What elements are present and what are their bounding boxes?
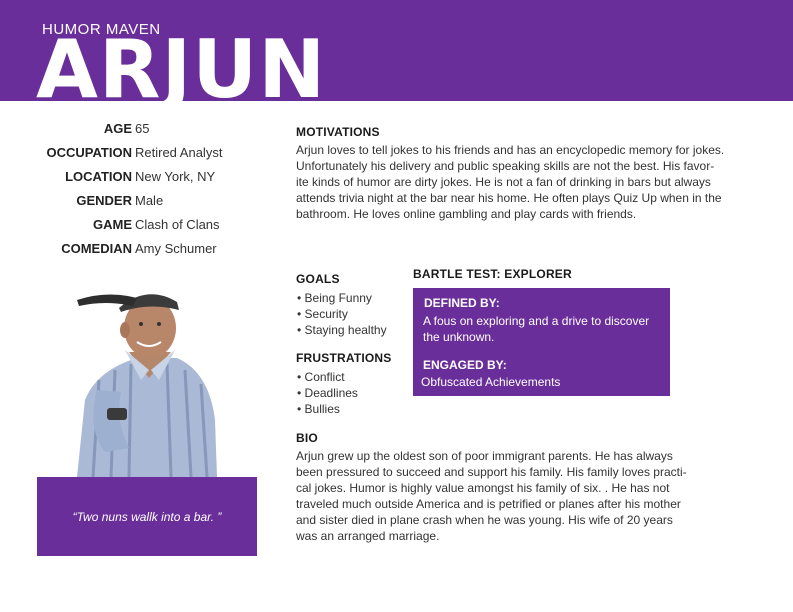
defined-by-line: A fous on exploring and a drive to disco…: [423, 314, 650, 328]
list-item: Conflict: [297, 369, 358, 385]
list-item: Security: [297, 306, 387, 322]
bio-line: traveled much outside America and is pet…: [296, 497, 681, 511]
defined-by-label: DEFINED BY:: [424, 296, 500, 310]
bio-line: been pressured to succeed and support hi…: [296, 465, 687, 479]
fact-label: LOCATION: [65, 169, 132, 184]
list-item: Bullies: [297, 401, 358, 417]
fact-label: GENDER: [76, 193, 132, 208]
fact-label: AGE: [103, 121, 132, 136]
bio-line: cal jokes. Humor is highly value amongst…: [296, 481, 670, 495]
defined-by-text: A fous on exploring and a drive to disco…: [423, 313, 649, 345]
fact-gender: GENDER Male: [0, 193, 300, 213]
list-item: Deadlines: [297, 385, 358, 401]
motivations-line: Arjun loves to tell jokes to his friends…: [296, 143, 725, 157]
fact-label: GAME: [93, 217, 132, 232]
engaged-by-label: ENGAGED BY:: [423, 358, 507, 372]
goals-title: GOALS: [296, 272, 340, 286]
engaged-by-text: Obfuscated Achievements: [421, 375, 561, 389]
motivations-text: Arjun loves to tell jokes to his friends…: [296, 142, 766, 222]
list-item: Being Funny: [297, 290, 387, 306]
fact-value: Amy Schumer: [135, 241, 217, 256]
fact-label: COMEDIAN: [61, 241, 132, 256]
bio-line: was an arranged marriage.: [296, 529, 440, 543]
bio-text: Arjun grew up the oldest son of poor imm…: [296, 448, 736, 544]
motivations-line: ite kinds of humor are dirty jokes. He i…: [296, 175, 711, 189]
goals-list: Being Funny Security Staying healthy: [297, 290, 387, 338]
motivations-title: MOTIVATIONS: [296, 125, 380, 139]
bio-line: and sister died in plane crash when he w…: [296, 513, 673, 527]
fact-label: OCCUPATION: [46, 145, 132, 160]
fact-value: Male: [135, 193, 164, 208]
persona-name: ARJUN: [36, 23, 327, 102]
fact-value: New York, NY: [135, 169, 216, 184]
header-banner: HUMOR MAVEN ARJUN: [0, 0, 793, 101]
defined-by-line: the unknown.: [423, 330, 495, 344]
frustrations-list: Conflict Deadlines Bullies: [297, 369, 358, 417]
fact-value: 65: [135, 121, 150, 136]
motivations-line: attends trivia night at the bar near his…: [296, 191, 722, 205]
motivations-line: Unfortunately his delivery and public sp…: [296, 159, 715, 173]
fact-value: Clash of Clans: [135, 217, 220, 232]
persona-quote: “Two nuns wallk into a bar. ”: [72, 509, 222, 524]
bio-title: BIO: [296, 431, 318, 445]
fact-value: Retired Analyst: [135, 145, 223, 160]
bartle-title: BARTLE TEST: EXPLORER: [413, 267, 572, 281]
bartle-box: DEFINED BY: A fous on exploring and a dr…: [413, 288, 670, 396]
bio-line: Arjun grew up the oldest son of poor imm…: [296, 449, 673, 463]
quote-box: “Two nuns wallk into a bar. ”: [37, 477, 257, 556]
fact-game: GAME Clash of Clans: [0, 217, 300, 237]
list-item: Staying healthy: [297, 322, 387, 338]
persona-illustration: [77, 294, 217, 477]
persona-photo: [37, 280, 257, 477]
motivations-line: bathroom. He loves online gambling and p…: [296, 207, 637, 221]
frustrations-title: FRUSTRATIONS: [296, 351, 392, 365]
fact-location: LOCATION New York, NY: [0, 169, 300, 189]
fact-occupation: OCCUPATION Retired Analyst: [0, 145, 300, 165]
fact-age: AGE 65: [0, 121, 300, 141]
fact-comedian: COMEDIAN Amy Schumer: [0, 241, 300, 261]
